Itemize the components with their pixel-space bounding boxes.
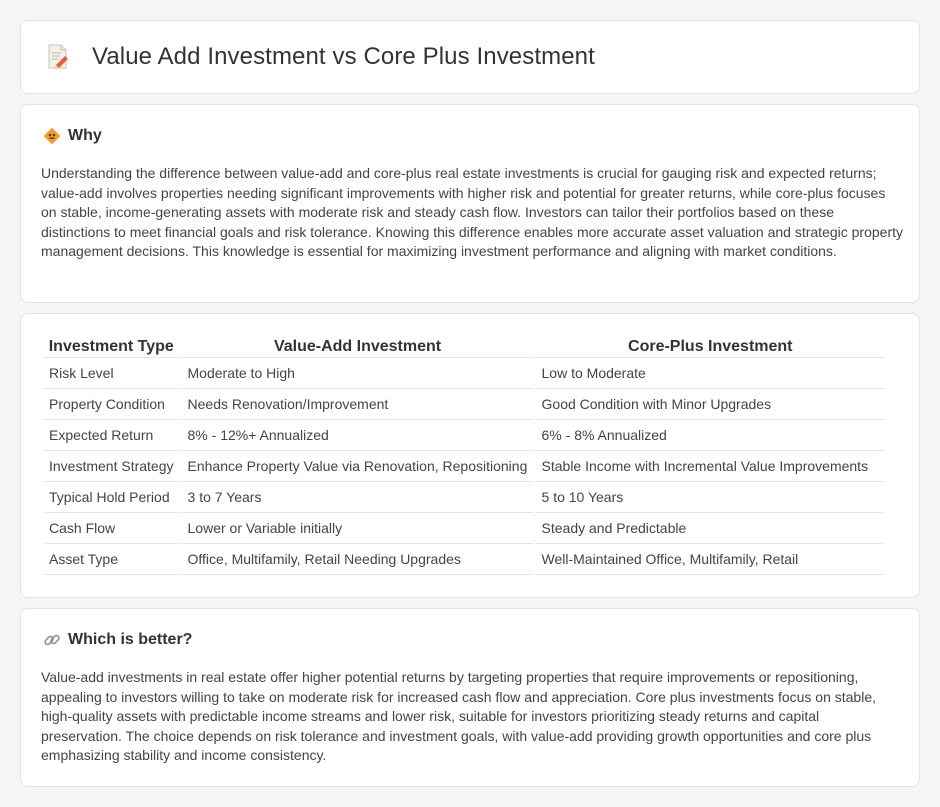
comparison-card: Investment Type Value-Add Investment Cor… bbox=[20, 313, 920, 598]
table-cell: Good Condition with Minor Upgrades bbox=[535, 389, 885, 420]
table-row: Asset Type Office, Multifamily, Retail N… bbox=[43, 544, 885, 575]
link-icon bbox=[43, 631, 61, 649]
table-row: Expected Return 8% - 12%+ Annualized 6% … bbox=[43, 420, 885, 451]
table-row: Investment Strategy Enhance Property Val… bbox=[43, 451, 885, 482]
table-cell: Well-Maintained Office, Multifamily, Ret… bbox=[535, 544, 885, 575]
table-cell: Enhance Property Value via Renovation, R… bbox=[181, 451, 534, 482]
table-row: Cash Flow Lower or Variable initially St… bbox=[43, 513, 885, 544]
why-text: Understanding the difference between val… bbox=[41, 165, 903, 260]
table-cell: Office, Multifamily, Retail Needing Upgr… bbox=[181, 544, 534, 575]
column-header: Value-Add Investment bbox=[181, 334, 534, 358]
table-row: Property Condition Needs Renovation/Impr… bbox=[43, 389, 885, 420]
why-heading: Why bbox=[68, 127, 102, 144]
which-is-better-text: Value-add investments in real estate off… bbox=[41, 669, 877, 764]
table-cell: Asset Type bbox=[43, 544, 180, 575]
table-cell: 5 to 10 Years bbox=[535, 482, 885, 513]
table-cell: Cash Flow bbox=[43, 513, 180, 544]
table-cell: Steady and Predictable bbox=[535, 513, 885, 544]
table-cell: Lower or Variable initially bbox=[181, 513, 534, 544]
table-cell: Low to Moderate bbox=[535, 358, 885, 389]
table-cell: Property Condition bbox=[43, 389, 180, 420]
table-header-row: Investment Type Value-Add Investment Cor… bbox=[43, 334, 885, 358]
document-edit-icon bbox=[47, 44, 69, 70]
table-cell: Risk Level bbox=[43, 358, 180, 389]
why-section: Why Understanding the difference between… bbox=[20, 104, 920, 303]
table-cell: 6% - 8% Annualized bbox=[535, 420, 885, 451]
table-cell: Typical Hold Period bbox=[43, 482, 180, 513]
table-cell: 3 to 7 Years bbox=[181, 482, 534, 513]
table-cell: Needs Renovation/Improvement bbox=[181, 389, 534, 420]
table-cell: Stable Income with Incremental Value Imp… bbox=[535, 451, 885, 482]
column-header: Investment Type bbox=[43, 334, 180, 358]
page-title: Value Add Investment vs Core Plus Invest… bbox=[92, 43, 595, 70]
table-cell: Expected Return bbox=[43, 420, 180, 451]
column-header: Core-Plus Investment bbox=[535, 334, 885, 358]
table-cell: 8% - 12%+ Annualized bbox=[181, 420, 534, 451]
title-card: Value Add Investment vs Core Plus Invest… bbox=[20, 20, 920, 94]
comparison-table: Investment Type Value-Add Investment Cor… bbox=[41, 334, 887, 575]
which-is-better-section: Which is better? Value-add investments i… bbox=[20, 608, 920, 787]
table-row: Risk Level Moderate to High Low to Moder… bbox=[43, 358, 885, 389]
table-row: Typical Hold Period 3 to 7 Years 5 to 10… bbox=[43, 482, 885, 513]
diamond-sign-icon bbox=[43, 127, 61, 145]
which-is-better-heading: Which is better? bbox=[68, 631, 193, 648]
table-cell: Moderate to High bbox=[181, 358, 534, 389]
table-cell: Investment Strategy bbox=[43, 451, 180, 482]
